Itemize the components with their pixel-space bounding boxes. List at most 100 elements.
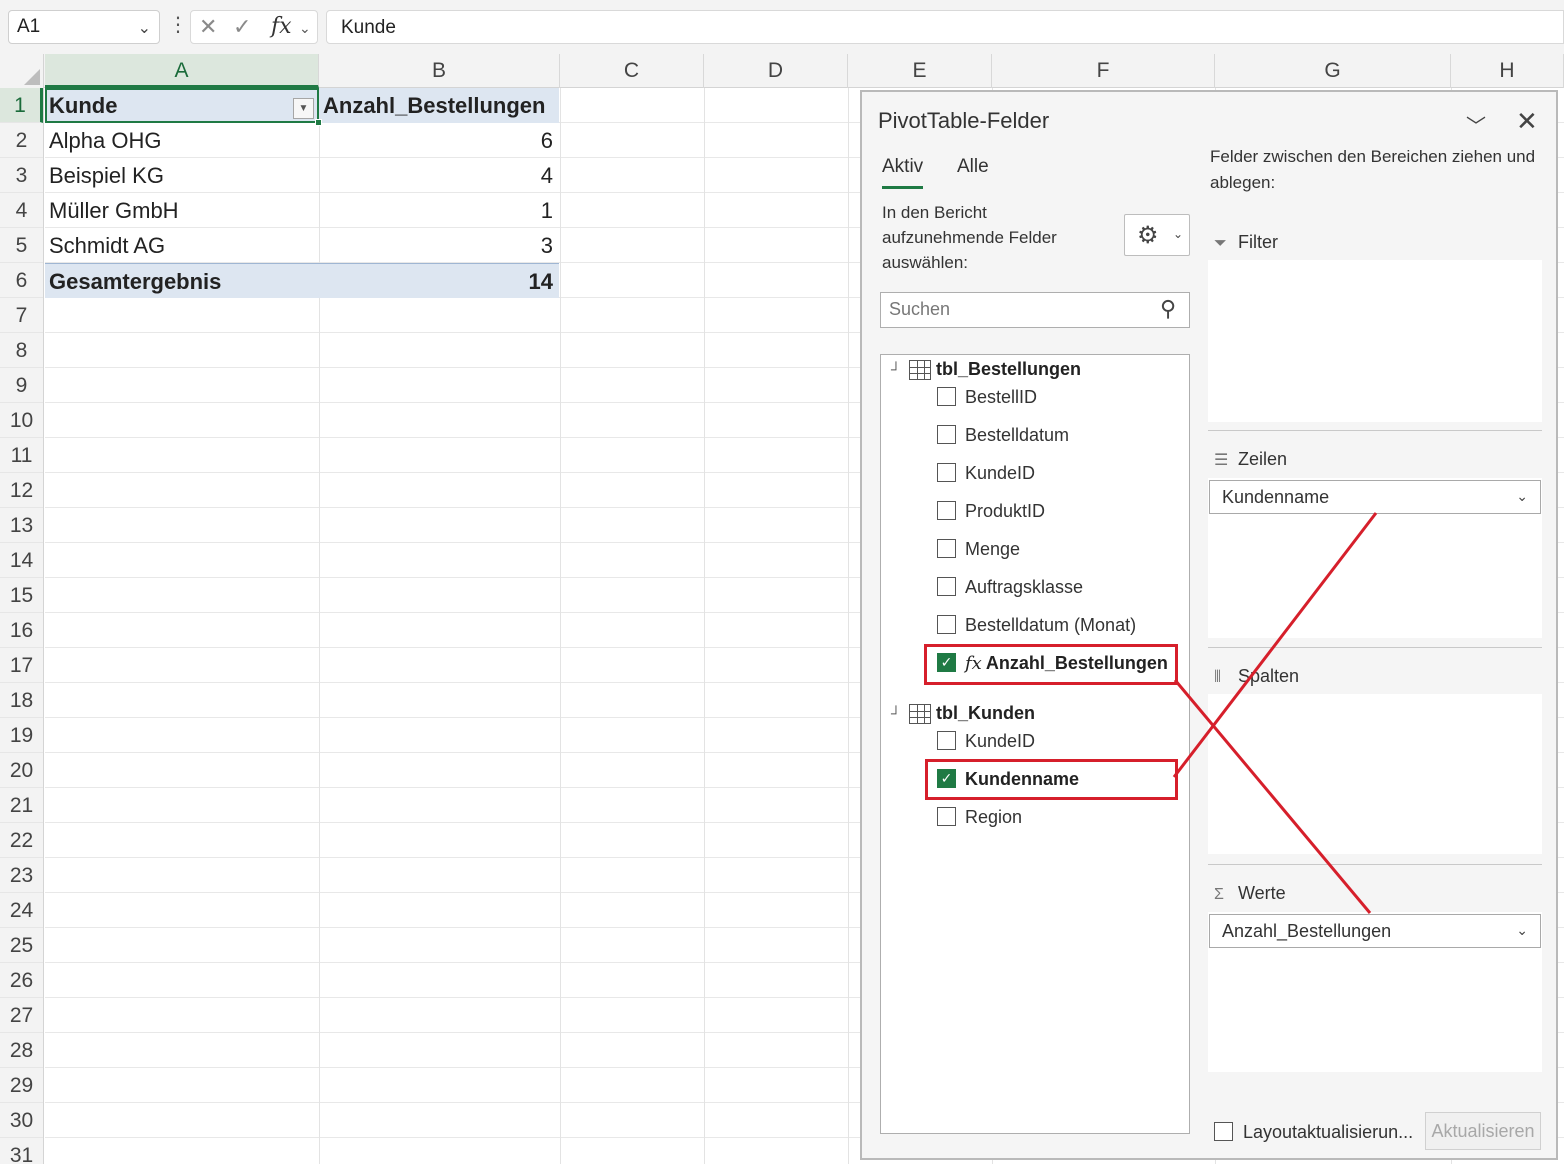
checkbox[interactable] <box>937 539 956 558</box>
filter-icon: ⏷ <box>1214 235 1227 252</box>
row-header-24[interactable]: 24 <box>0 893 43 928</box>
checkbox[interactable] <box>937 731 956 750</box>
pivot-row-label[interactable]: Müller GmbH <box>45 193 319 228</box>
row-header-26[interactable]: 26 <box>0 963 43 998</box>
row-header-11[interactable]: 11 <box>0 438 43 473</box>
field-label: BestellID <box>965 387 1038 407</box>
row-header-6[interactable]: 6 <box>0 263 43 298</box>
search-icon[interactable]: ⚲ <box>1160 296 1176 322</box>
row-header-12[interactable]: 12 <box>0 473 43 508</box>
pivot-total-value[interactable]: 14 <box>319 263 559 298</box>
row-header-18[interactable]: 18 <box>0 683 43 718</box>
pivot-row-header-cell[interactable]: Kunde <box>45 88 319 123</box>
row-header-25[interactable]: 25 <box>0 928 43 963</box>
pivot-row-label[interactable]: Beispiel KG <box>45 158 319 193</box>
column-header-b[interactable]: B <box>319 54 560 88</box>
column-header-f[interactable]: F <box>992 54 1215 88</box>
chevron-down-icon[interactable]: ⌄ <box>1516 488 1528 505</box>
row-header-3[interactable]: 3 <box>0 158 43 193</box>
chevron-down-icon[interactable]: ⌄ <box>138 18 151 38</box>
formula-input[interactable]: Kunde <box>326 10 1564 44</box>
row-header-4[interactable]: 4 <box>0 193 43 228</box>
checkbox[interactable] <box>937 387 956 406</box>
insert-function-icon[interactable]: fx <box>271 14 292 39</box>
field-instruction: In den Bericht aufzunehmende Felder ausw… <box>882 203 1057 272</box>
pivot-row-value[interactable]: 3 <box>319 228 559 263</box>
defer-layout-checkbox[interactable] <box>1214 1122 1233 1141</box>
chevron-down-icon[interactable]: ﹀ <box>1466 110 1486 139</box>
update-button[interactable]: Aktualisieren <box>1425 1112 1541 1150</box>
pivot-row-value[interactable]: 4 <box>319 158 559 193</box>
row-header-27[interactable]: 27 <box>0 998 43 1033</box>
row-header-28[interactable]: 28 <box>0 1033 43 1068</box>
checkbox[interactable] <box>937 577 956 596</box>
row-header-1[interactable]: 1 <box>0 88 43 123</box>
cancel-icon[interactable]: ✕ <box>199 14 217 40</box>
row-header-13[interactable]: 13 <box>0 508 43 543</box>
row-header-20[interactable]: 20 <box>0 753 43 788</box>
sigma-icon: Σ <box>1214 886 1224 903</box>
row-header-19[interactable]: 19 <box>0 718 43 753</box>
row-header-14[interactable]: 14 <box>0 543 43 578</box>
checkbox[interactable] <box>937 615 956 634</box>
checkbox[interactable] <box>937 463 956 482</box>
pivot-row-value[interactable]: 6 <box>319 123 559 158</box>
tab-alle[interactable]: Alle <box>957 156 989 178</box>
filter-dropdown-icon[interactable]: ▼ <box>293 98 314 119</box>
columns-area[interactable] <box>1208 694 1542 854</box>
formula-bar: A1 ⌄ ⋮ ✕ ✓ fx ⌄ Kunde <box>0 0 1564 54</box>
checkbox[interactable] <box>937 501 956 520</box>
row-header-10[interactable]: 10 <box>0 403 43 438</box>
tools-button[interactable]: ⚙ ⌄ <box>1124 214 1190 256</box>
row-header-21[interactable]: 21 <box>0 788 43 823</box>
name-box[interactable]: A1 ⌄ <box>8 10 160 44</box>
row-header-5[interactable]: 5 <box>0 228 43 263</box>
collapse-icon[interactable]: ┘ <box>891 361 901 377</box>
row-header-29[interactable]: 29 <box>0 1068 43 1103</box>
pivot-row-label[interactable]: Schmidt AG <box>45 228 319 263</box>
chevron-down-icon[interactable]: ⌄ <box>1516 922 1528 939</box>
highlight-box <box>925 759 1178 800</box>
pivot-value-header-cell[interactable]: Anzahl_Bestellungen <box>319 88 559 123</box>
row-header-9[interactable]: 9 <box>0 368 43 403</box>
formula-commands: ✕ ✓ fx ⌄ <box>190 10 318 44</box>
pivot-total-label[interactable]: Gesamtergebnis <box>45 263 319 298</box>
row-header-2[interactable]: 2 <box>0 123 43 158</box>
checkbox[interactable] <box>937 425 956 444</box>
column-header-g[interactable]: G <box>1215 54 1451 88</box>
row-header-31[interactable]: 31 <box>0 1138 43 1164</box>
column-header-c[interactable]: C <box>560 54 704 88</box>
search-input[interactable]: Suchen <box>880 292 1190 328</box>
filter-area[interactable] <box>1208 260 1542 422</box>
values-area-item[interactable]: Anzahl_Bestellungen ⌄ <box>1209 914 1541 948</box>
enter-icon[interactable]: ✓ <box>233 14 251 40</box>
row-header-22[interactable]: 22 <box>0 823 43 858</box>
tab-aktiv[interactable]: Aktiv <box>882 156 924 189</box>
select-all-corner[interactable] <box>0 54 44 88</box>
row-header-16[interactable]: 16 <box>0 613 43 648</box>
more-vertical-icon[interactable]: ⋮ <box>168 12 188 37</box>
chevron-down-icon[interactable]: ⌄ <box>299 20 311 37</box>
pane-title: PivotTable-Felder <box>878 108 1050 133</box>
column-header-h[interactable]: H <box>1451 54 1564 88</box>
row-header-7[interactable]: 7 <box>0 298 43 333</box>
column-header-e[interactable]: E <box>848 54 992 88</box>
row-header-23[interactable]: 23 <box>0 858 43 893</box>
field-label: Bestelldatum (Monat) <box>965 615 1137 635</box>
row-header-8[interactable]: 8 <box>0 333 43 368</box>
pivot-row-label[interactable]: Alpha OHG <box>45 123 319 158</box>
checkbox[interactable] <box>937 807 956 826</box>
row-header-17[interactable]: 17 <box>0 648 43 683</box>
column-header-a[interactable]: A <box>45 54 319 88</box>
column-headers: ABCDEFGH <box>0 54 1564 88</box>
area-title: Filter <box>1238 232 1278 252</box>
collapse-icon[interactable]: ┘ <box>891 705 901 721</box>
row-header-15[interactable]: 15 <box>0 578 43 613</box>
row-header-30[interactable]: 30 <box>0 1103 43 1138</box>
close-icon[interactable]: ✕ <box>1516 106 1538 137</box>
pivot-row-value[interactable]: 1 <box>319 193 559 228</box>
columns-icon: ⦀ <box>1214 669 1222 686</box>
field-list: ┘ tbl_Bestellungen BestellID Bestelldatu… <box>880 354 1190 1134</box>
column-header-d[interactable]: D <box>704 54 848 88</box>
rows-area-item[interactable]: Kundenname ⌄ <box>1209 480 1541 514</box>
